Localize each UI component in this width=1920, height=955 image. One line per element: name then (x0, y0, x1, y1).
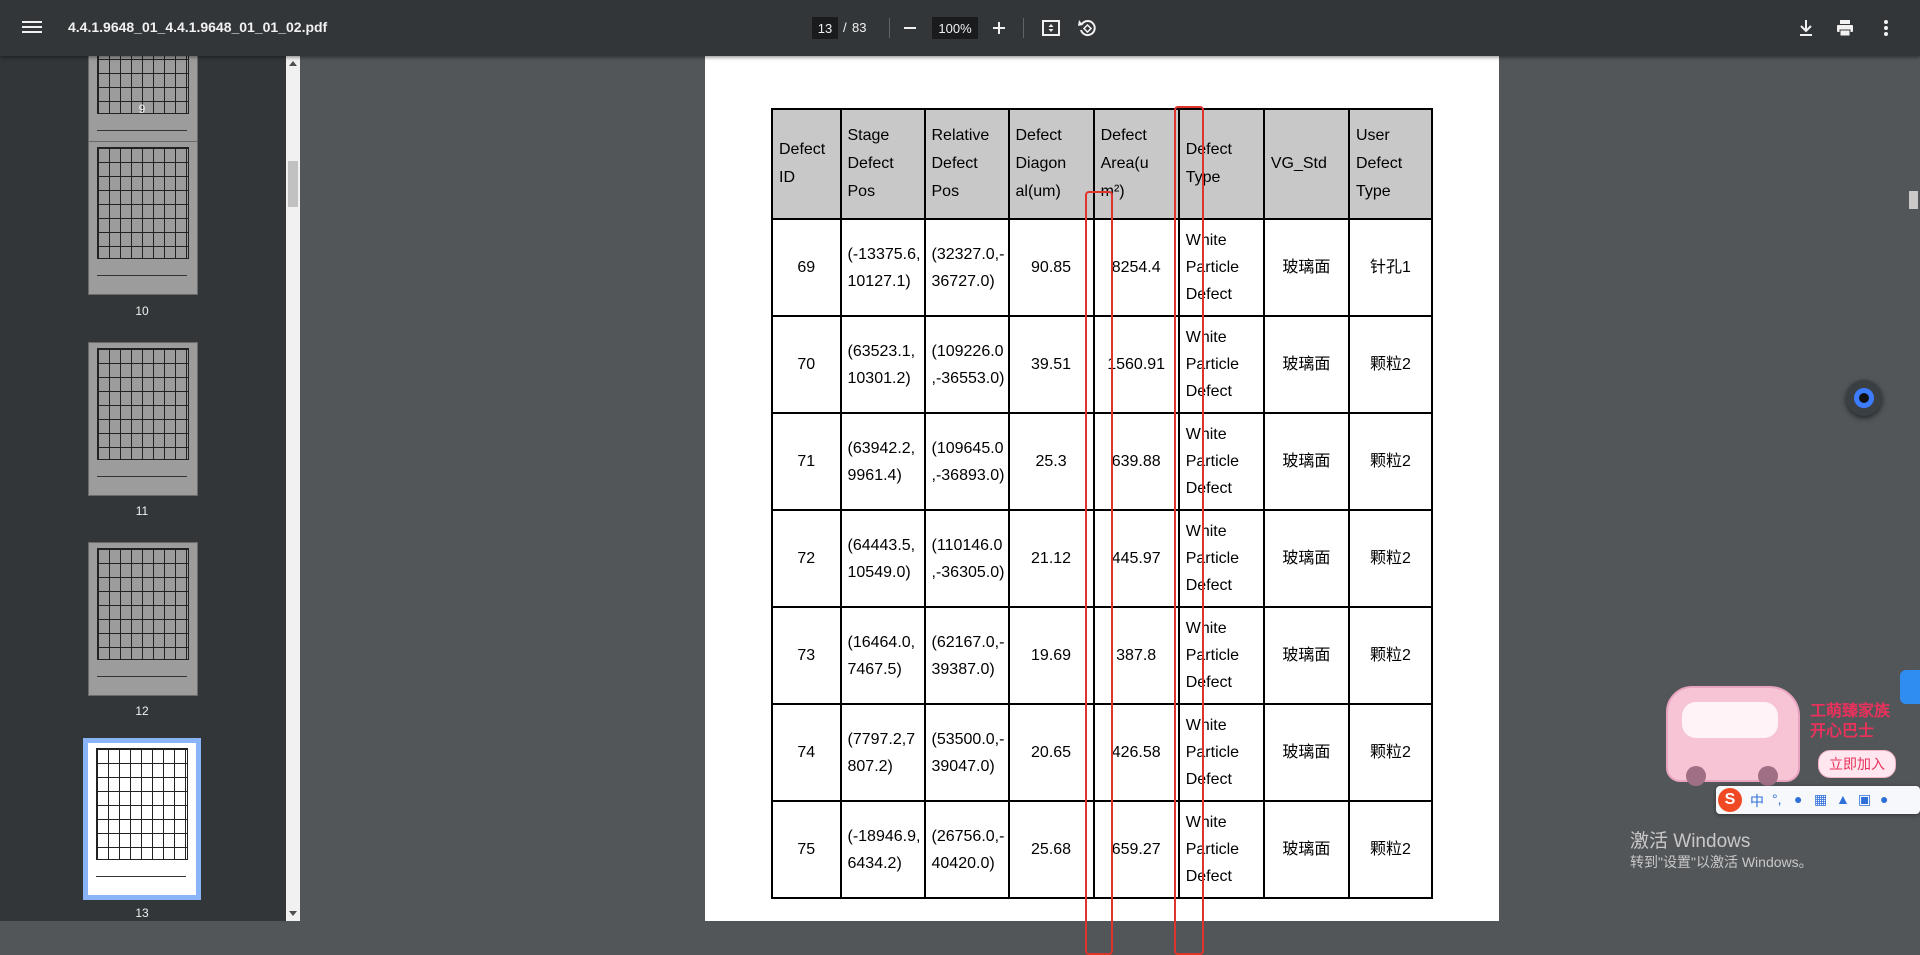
cell-relative-defect-pos: (62167.0,- 39387.0) (923, 606, 1010, 705)
thumbnail-sidebar[interactable]: 9 10 11 12 13 (0, 56, 286, 921)
thumbnail-label: 10 (135, 304, 149, 318)
cell-defect-id: 70 (771, 315, 842, 414)
cell-user-defect-type: 颗粒2 (1347, 509, 1434, 608)
cell-defect-id: 71 (771, 412, 842, 511)
page-number-input[interactable] (812, 17, 838, 39)
cell-user-defect-type: 针孔1 (1347, 218, 1434, 317)
windows-watermark-subtitle: 转到"设置"以激活 Windows。 (1630, 854, 1813, 870)
red-highlight-box (1085, 191, 1113, 955)
cell-user-defect-type: 颗粒2 (1347, 703, 1434, 802)
cell-defect-id: 73 (771, 606, 842, 705)
red-highlight-box (1174, 106, 1204, 955)
page-thumbnail[interactable] (88, 141, 198, 295)
cell-user-defect-type: 颗粒2 (1347, 800, 1434, 899)
thumbnail-label: 9 (138, 102, 146, 116)
cell-defect-id: 75 (771, 800, 842, 899)
sogou-logo-icon[interactable]: S (1718, 788, 1742, 812)
cell-user-defect-type: 颗粒2 (1347, 606, 1434, 705)
print-icon[interactable] (1833, 16, 1857, 40)
thumbnail-label: 13 (135, 906, 149, 920)
cell-defect-id: 69 (771, 218, 842, 317)
cell-stage-defect-pos: (-13375.6, 10127.1) (839, 218, 926, 317)
header-defect-id: Defect ID (771, 108, 842, 220)
fit-page-icon[interactable] (1039, 16, 1063, 40)
cell-stage-defect-pos: (64443.5, 10549.0) (839, 509, 926, 608)
cell-stage-defect-pos: (63523.1, 10301.2) (839, 315, 926, 414)
cell-stage-defect-pos: (16464.0, 7467.5) (839, 606, 926, 705)
zoom-out-icon[interactable] (898, 16, 922, 40)
cell-stage-defect-pos: (7797.2,7 807.2) (839, 703, 926, 802)
header-vg-std: VG_Std (1262, 108, 1350, 220)
thumbnail-label: 11 (135, 504, 149, 518)
skin-icon[interactable]: ▲ (1836, 791, 1850, 807)
toolbar-divider (1023, 18, 1024, 38)
hello-kitty-bus-image (1666, 686, 1800, 786)
cell-vg-std: 玻璃面 (1262, 606, 1350, 705)
ime-mode-toggle[interactable]: 中 (1750, 791, 1764, 811)
zoom-input[interactable] (932, 17, 978, 39)
cell-defect-diagonal: 90.85 (1007, 218, 1095, 317)
cell-defect-diagonal: 25.68 (1007, 800, 1095, 899)
scrollbar-thumb[interactable] (288, 161, 298, 207)
zoom-in-icon[interactable] (987, 16, 1011, 40)
cell-defect-diagonal: 39.51 (1007, 315, 1095, 414)
assistant-float-button[interactable] (1846, 380, 1882, 416)
file-name: 4.4.1.9648_01_4.4.1.9648_01_01_02.pdf (68, 19, 328, 35)
cell-vg-std: 玻璃面 (1262, 703, 1350, 802)
header-stage-defect-pos: Stage Defect Pos (839, 108, 926, 220)
cell-defect-diagonal: 25.3 (1007, 412, 1095, 511)
header-relative-defect-pos: Relative Defect Pos (923, 108, 1010, 220)
menu-icon[interactable] (22, 18, 42, 38)
cell-vg-std: 玻璃面 (1262, 315, 1350, 414)
page-thumbnail[interactable] (88, 542, 198, 696)
cell-relative-defect-pos: (110146.0 ,-36305.0) (923, 509, 1010, 608)
emoji-icon[interactable]: ● (1880, 791, 1888, 807)
cell-vg-std: 玻璃面 (1262, 800, 1350, 899)
cell-defect-diagonal: 20.65 (1007, 703, 1095, 802)
cell-defect-diagonal: 21.12 (1007, 509, 1095, 608)
ime-side-tab[interactable] (1900, 670, 1920, 704)
cell-defect-diagonal: 19.69 (1007, 606, 1095, 705)
cell-relative-defect-pos: (53500.0,- 39047.0) (923, 703, 1010, 802)
ime-punct-toggle[interactable]: °, (1772, 791, 1782, 807)
cell-user-defect-type: 颗粒2 (1347, 412, 1434, 511)
ime-toolbar[interactable]: S 中 °, ● ▦ ▲ ▣ ● (1716, 786, 1920, 814)
cell-relative-defect-pos: (32327.0,- 36727.0) (923, 218, 1010, 317)
header-user-defect-type: User Defect Type (1347, 108, 1434, 220)
page-total: 83 (852, 20, 867, 35)
page-thumbnail[interactable] (88, 342, 198, 496)
more-vert-icon[interactable] (1874, 16, 1898, 40)
download-icon[interactable] (1794, 16, 1818, 40)
page-separator: / (843, 20, 847, 35)
windows-watermark-title: 激活 Windows (1630, 831, 1751, 852)
toolbar-divider (889, 18, 890, 38)
cell-stage-defect-pos: (63942.2, 9961.4) (839, 412, 926, 511)
cell-stage-defect-pos: (-18946.9, 6434.2) (839, 800, 926, 899)
promo-join-button[interactable]: 立即加入 (1818, 750, 1896, 778)
ime-promo-bubble[interactable]: 工萌臻家族 开心巴士 立即加入 (1660, 676, 1910, 788)
toolbox-icon[interactable]: ▣ (1858, 791, 1871, 808)
header-defect-diagonal: Defect Diagon al(um) (1007, 108, 1095, 220)
scroll-down-icon[interactable] (289, 911, 297, 916)
sidebar-scrollbar[interactable] (286, 56, 300, 921)
cell-user-defect-type: 颗粒2 (1347, 315, 1434, 414)
promo-title: 工萌臻家族 开心巴士 (1810, 703, 1891, 740)
scroll-up-icon[interactable] (289, 61, 297, 66)
page-thumbnail-active[interactable] (83, 738, 201, 900)
cell-vg-std: 玻璃面 (1262, 218, 1350, 317)
thumbnail-label: 12 (135, 704, 149, 718)
cell-relative-defect-pos: (109645.0 ,-36893.0) (923, 412, 1010, 511)
cell-vg-std: 玻璃面 (1262, 412, 1350, 511)
rotate-icon[interactable] (1075, 16, 1099, 40)
cell-relative-defect-pos: (26756.0,- 40420.0) (923, 800, 1010, 899)
scrollbar-thumb[interactable] (1909, 191, 1918, 209)
microphone-icon[interactable]: ● (1794, 791, 1802, 807)
pdf-page: Defect ID Stage Defect Pos Relative Defect Po… (705, 56, 1499, 955)
pdf-toolbar: 4.4.1.9648_01_4.4.1.9648_01_01_02.pdf / … (0, 0, 1920, 56)
cell-defect-id: 74 (771, 703, 842, 802)
keyboard-icon[interactable]: ▦ (1814, 791, 1827, 808)
cell-defect-id: 72 (771, 509, 842, 608)
cell-vg-std: 玻璃面 (1262, 509, 1350, 608)
cell-relative-defect-pos: (109226.0 ,-36553.0) (923, 315, 1010, 414)
